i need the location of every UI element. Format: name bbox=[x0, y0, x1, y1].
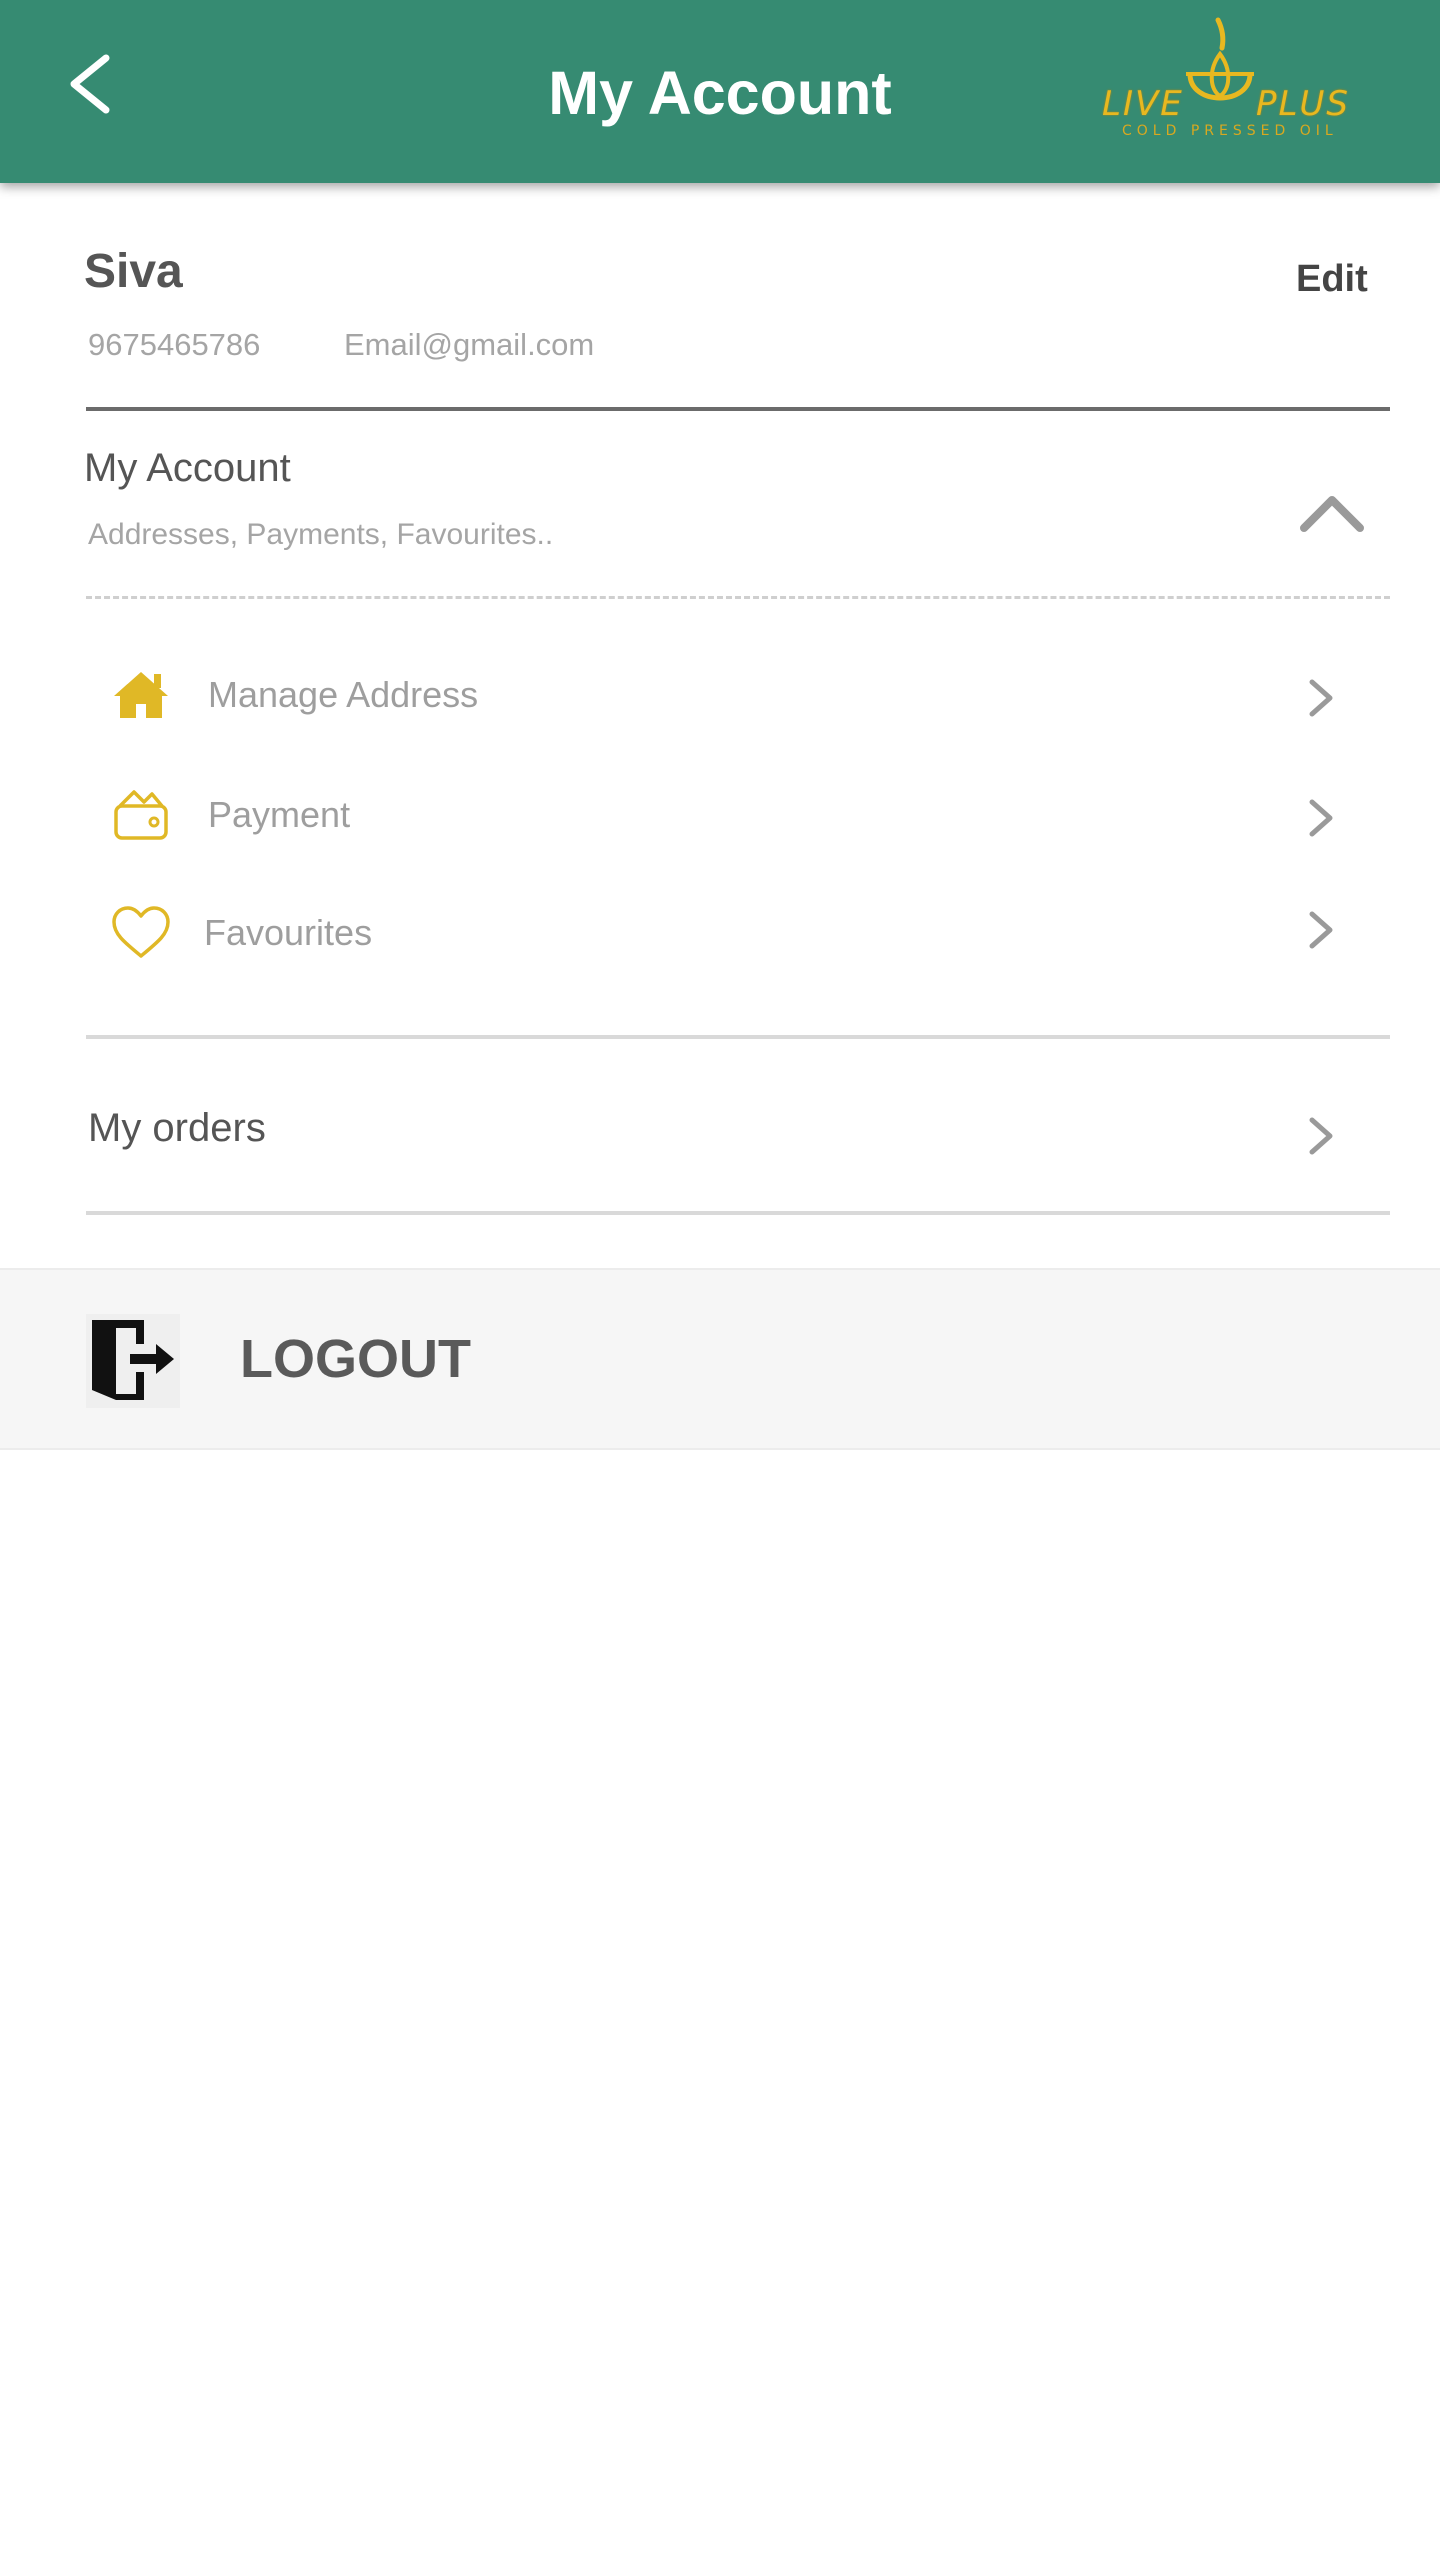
logo-tagline: COLD PRESSED OIL bbox=[1122, 123, 1338, 139]
menu-item-payment[interactable]: Payment bbox=[86, 766, 1390, 866]
menu-item-label: Payment bbox=[208, 794, 351, 835]
oil-pot-logo-icon bbox=[1186, 17, 1254, 101]
logout-icon-container bbox=[86, 1314, 180, 1408]
chevron-up-icon bbox=[1300, 496, 1364, 532]
my-orders-label: My orders bbox=[88, 1106, 266, 1150]
user-email: Email@gmail.com bbox=[344, 327, 595, 362]
menu-item-favourites[interactable]: Favourites bbox=[86, 884, 1390, 984]
edit-profile-button[interactable]: Edit bbox=[1296, 258, 1368, 301]
collapse-section-button[interactable] bbox=[1298, 490, 1366, 534]
menu-item-label: Favourites bbox=[204, 912, 373, 953]
orders-divider bbox=[86, 1211, 1390, 1215]
user-name: Siva bbox=[84, 245, 183, 298]
chevron-right-icon bbox=[1309, 799, 1333, 837]
account-section-title: My Account bbox=[84, 446, 291, 490]
wallet-icon bbox=[114, 790, 168, 840]
section-divider bbox=[86, 1035, 1390, 1039]
logo-word-plus: PLUS bbox=[1256, 84, 1350, 124]
menu-item-manage-address[interactable]: Manage Address bbox=[86, 646, 1390, 746]
logo-word-live: LIVE bbox=[1102, 84, 1184, 124]
chevron-right-icon bbox=[1309, 1117, 1333, 1155]
chevron-right-icon bbox=[1309, 911, 1333, 949]
my-orders-row[interactable]: My orders bbox=[86, 1072, 1390, 1192]
logout-label: LOGOUT bbox=[240, 1329, 471, 1389]
chevron-right-icon bbox=[1309, 679, 1333, 717]
user-phone: 9675465786 bbox=[88, 327, 261, 362]
app-header: My Account LIVE PLUS COLD PRESSED OIL bbox=[0, 0, 1440, 183]
section-dashed-divider bbox=[86, 596, 1390, 599]
heart-icon bbox=[112, 906, 170, 958]
account-section-subtitle: Addresses, Payments, Favourites.. bbox=[88, 518, 554, 551]
logout-door-icon bbox=[92, 1320, 174, 1400]
menu-item-label: Manage Address bbox=[208, 674, 479, 715]
profile-divider bbox=[86, 407, 1390, 411]
brand-logo: LIVE PLUS COLD PRESSED OIL bbox=[1096, 14, 1348, 144]
logout-button[interactable]: LOGOUT bbox=[0, 1268, 1440, 1450]
home-icon bbox=[114, 672, 168, 718]
